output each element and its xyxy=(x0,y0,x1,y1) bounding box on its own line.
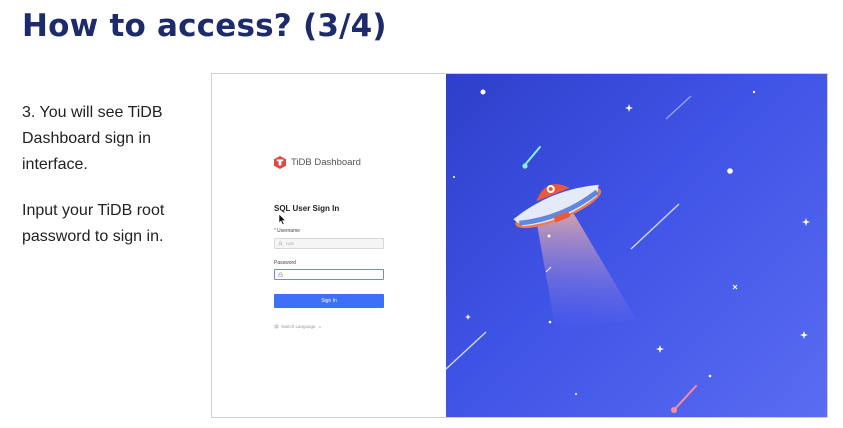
login-panel: TiDB Dashboard SQL User Sign In *Usernam… xyxy=(212,74,446,417)
form-title: SQL User Sign In xyxy=(274,204,340,213)
brand-name: TiDB Dashboard xyxy=(291,157,361,168)
required-mark: * xyxy=(274,228,276,234)
language-switch-label: Switch Language xyxy=(281,324,316,329)
globe-icon xyxy=(274,324,279,329)
mouse-cursor-icon xyxy=(279,214,286,225)
username-value: root xyxy=(286,241,294,246)
instruction-text: Input your TiDB root password to sign in… xyxy=(22,202,165,245)
password-label: Password xyxy=(274,260,296,266)
language-switch[interactable]: Switch Language xyxy=(274,324,322,329)
space-illustration xyxy=(446,74,827,417)
sign-in-button[interactable]: Sign In xyxy=(274,294,384,308)
chevron-down-icon xyxy=(318,325,321,328)
user-icon xyxy=(278,241,283,246)
slide-title: How to access? (3/4) xyxy=(22,8,387,44)
step-description: 3. You will see TiDB Dashboard sign in i… xyxy=(22,100,202,270)
brand-logo: TiDB Dashboard xyxy=(274,156,361,169)
password-input[interactable] xyxy=(274,269,384,280)
tidb-logo-icon xyxy=(274,156,286,169)
lock-icon xyxy=(278,272,283,277)
dashboard-screenshot: TiDB Dashboard SQL User Sign In *Usernam… xyxy=(211,73,828,418)
ufo-illustration xyxy=(446,89,810,413)
username-input[interactable]: root xyxy=(274,238,384,249)
username-label: *Username xyxy=(274,228,301,234)
step-text: 3. You will see TiDB Dashboard sign in i… xyxy=(22,104,163,173)
